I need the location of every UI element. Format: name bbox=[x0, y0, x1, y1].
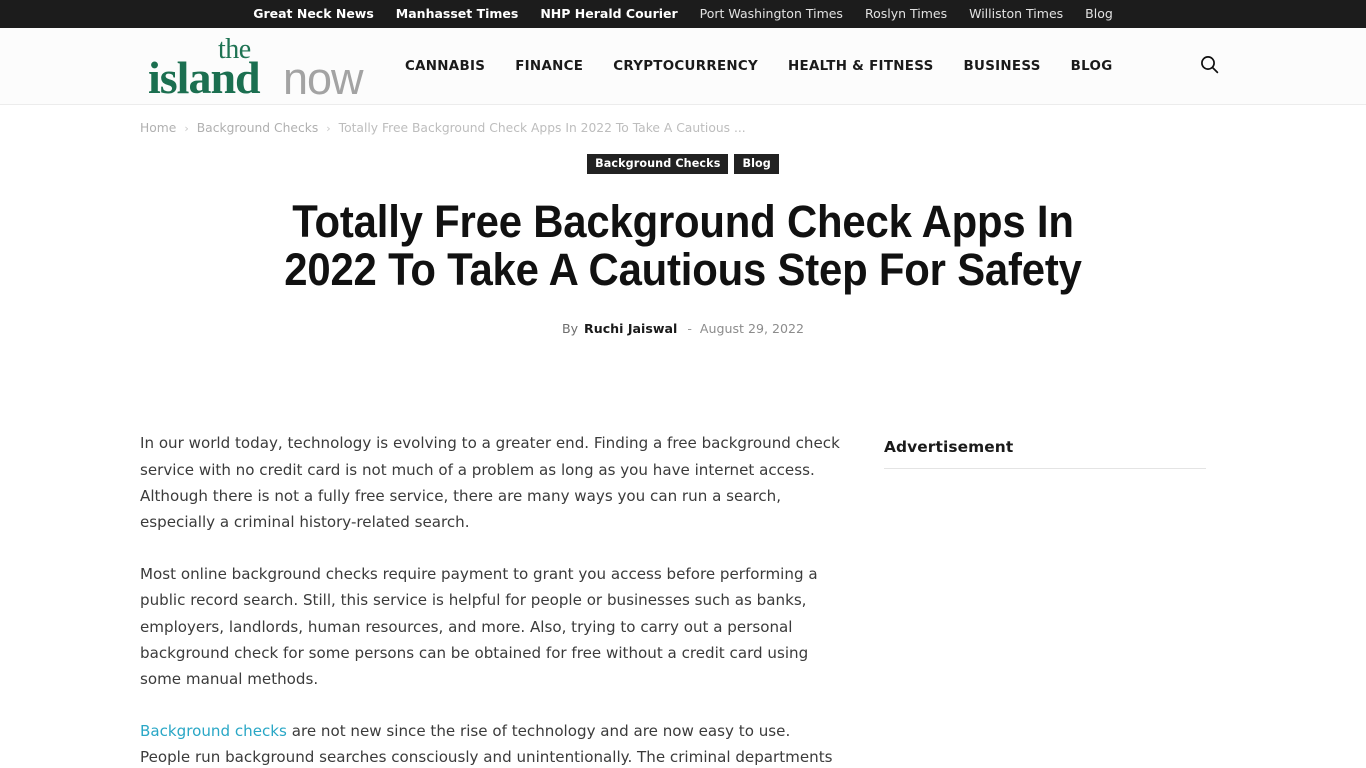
nav-item-business[interactable]: BUSINESS bbox=[949, 59, 1056, 74]
byline-by-label: By bbox=[561, 321, 579, 337]
advertisement-label: Advertisement bbox=[884, 438, 1014, 457]
breadcrumb-item-home[interactable]: Home bbox=[140, 121, 176, 135]
article-body: In our world today, technology is evolvi… bbox=[140, 430, 840, 768]
nav-item-cannabis[interactable]: CANNABIS bbox=[390, 59, 500, 74]
search-icon bbox=[1200, 55, 1219, 77]
breadcrumb-item-current: Totally Free Background Check Apps In 20… bbox=[338, 121, 746, 135]
nav-item-blog[interactable]: BLOG bbox=[1056, 59, 1128, 74]
byline: By Ruchi Jaiswal - August 29, 2022 bbox=[140, 321, 1226, 336]
nav-item-health-and-fitness[interactable]: HEALTH & FITNESS bbox=[773, 59, 948, 74]
category-badges: Background Checks Blog bbox=[140, 154, 1226, 175]
logo-text-now: now bbox=[283, 53, 364, 104]
badge-blog[interactable]: Blog bbox=[734, 154, 779, 175]
advertisement-slot bbox=[884, 469, 1206, 719]
topbar-link-manhasset-times[interactable]: Manhasset Times bbox=[385, 0, 530, 28]
site-header: the island now CANNABIS FINANCE CRYPTOCU… bbox=[0, 28, 1366, 105]
byline-separator: - bbox=[687, 321, 692, 337]
breadcrumb-separator-icon: › bbox=[326, 121, 331, 135]
article-paragraph-2: Most online background checks require pa… bbox=[140, 565, 818, 689]
search-button[interactable] bbox=[1192, 49, 1226, 83]
badge-background-checks[interactable]: Background Checks bbox=[587, 154, 729, 175]
content-area: In our world today, technology is evolvi… bbox=[140, 430, 1226, 768]
topbar-link-roslyn-times[interactable]: Roslyn Times bbox=[854, 0, 958, 28]
topbar-link-williston-times[interactable]: Williston Times bbox=[958, 0, 1074, 28]
page-title: Totally Free Background Check Apps In 20… bbox=[284, 196, 1082, 296]
article-paragraph-1: In our world today, technology is evolvi… bbox=[140, 434, 840, 532]
topbar-link-blog[interactable]: Blog bbox=[1074, 0, 1124, 28]
inline-link-background-checks[interactable]: Background checks bbox=[140, 722, 287, 740]
topbar-link-port-washington-times[interactable]: Port Washington Times bbox=[689, 0, 854, 28]
topbar-link-nhp-herald-courier[interactable]: NHP Herald Courier bbox=[529, 0, 688, 28]
breadcrumb: Home › Background Checks › Totally Free … bbox=[140, 105, 1226, 135]
logo-text-island: island bbox=[148, 52, 261, 103]
primary-nav: CANNABIS FINANCE CRYPTOCURRENCY HEALTH &… bbox=[390, 59, 1128, 74]
breadcrumb-separator-icon: › bbox=[184, 121, 189, 135]
byline-date: August 29, 2022 bbox=[699, 321, 805, 337]
breadcrumb-item-background-checks[interactable]: Background Checks bbox=[197, 121, 319, 135]
nav-item-cryptocurrency[interactable]: CRYPTOCURRENCY bbox=[598, 59, 773, 74]
top-utility-nav: Great Neck News Manhasset Times NHP Hera… bbox=[242, 0, 1124, 28]
article-header: Background Checks Blog Totally Free Back… bbox=[140, 154, 1226, 336]
site-logo[interactable]: the island now bbox=[140, 35, 372, 102]
topbar-link-great-neck-news[interactable]: Great Neck News bbox=[242, 0, 385, 28]
top-utility-bar: Great Neck News Manhasset Times NHP Hera… bbox=[0, 0, 1366, 28]
byline-author[interactable]: Ruchi Jaiswal bbox=[584, 321, 677, 336]
sidebar: Advertisement bbox=[840, 430, 1226, 719]
article-paragraph-3: Background checks are not new since the … bbox=[140, 718, 840, 768]
nav-item-finance[interactable]: FINANCE bbox=[500, 59, 598, 74]
